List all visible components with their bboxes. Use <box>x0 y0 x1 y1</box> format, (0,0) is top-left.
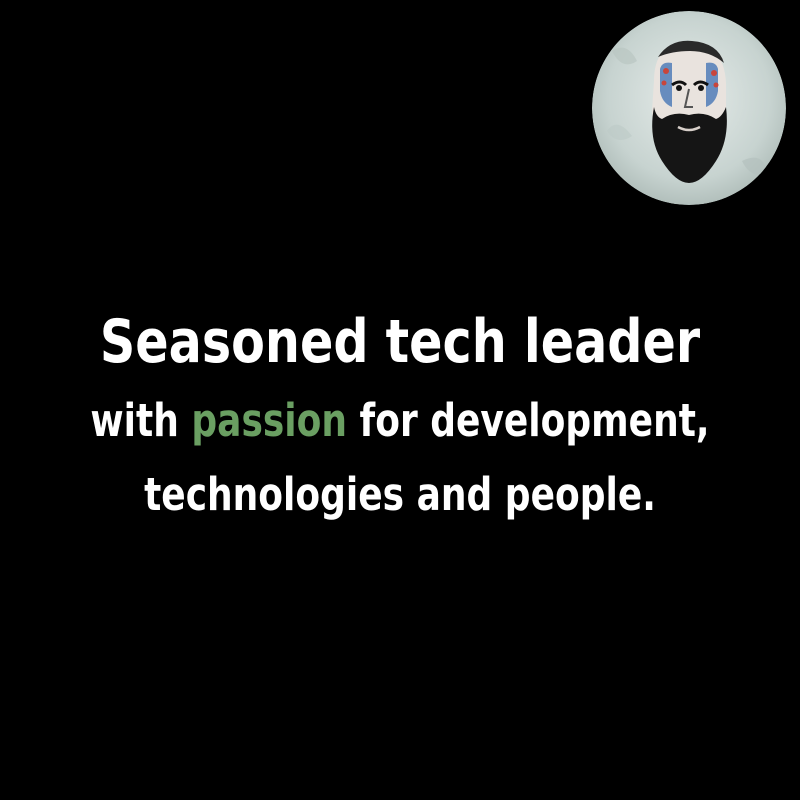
headline-title: Seasoned tech leader <box>99 307 701 377</box>
avatar <box>592 11 786 205</box>
bearded-man-portrait-icon <box>592 11 786 205</box>
headline-line-2: with passion for development, <box>80 384 720 458</box>
headline-line-3: technologies and people. <box>144 468 656 521</box>
headline-accent-word: passion <box>191 394 348 447</box>
headline: Seasoned tech leader with passion for de… <box>0 300 800 532</box>
headline-line-2-post: for development, <box>347 394 710 447</box>
headline-line-2-pre: with <box>90 394 192 447</box>
